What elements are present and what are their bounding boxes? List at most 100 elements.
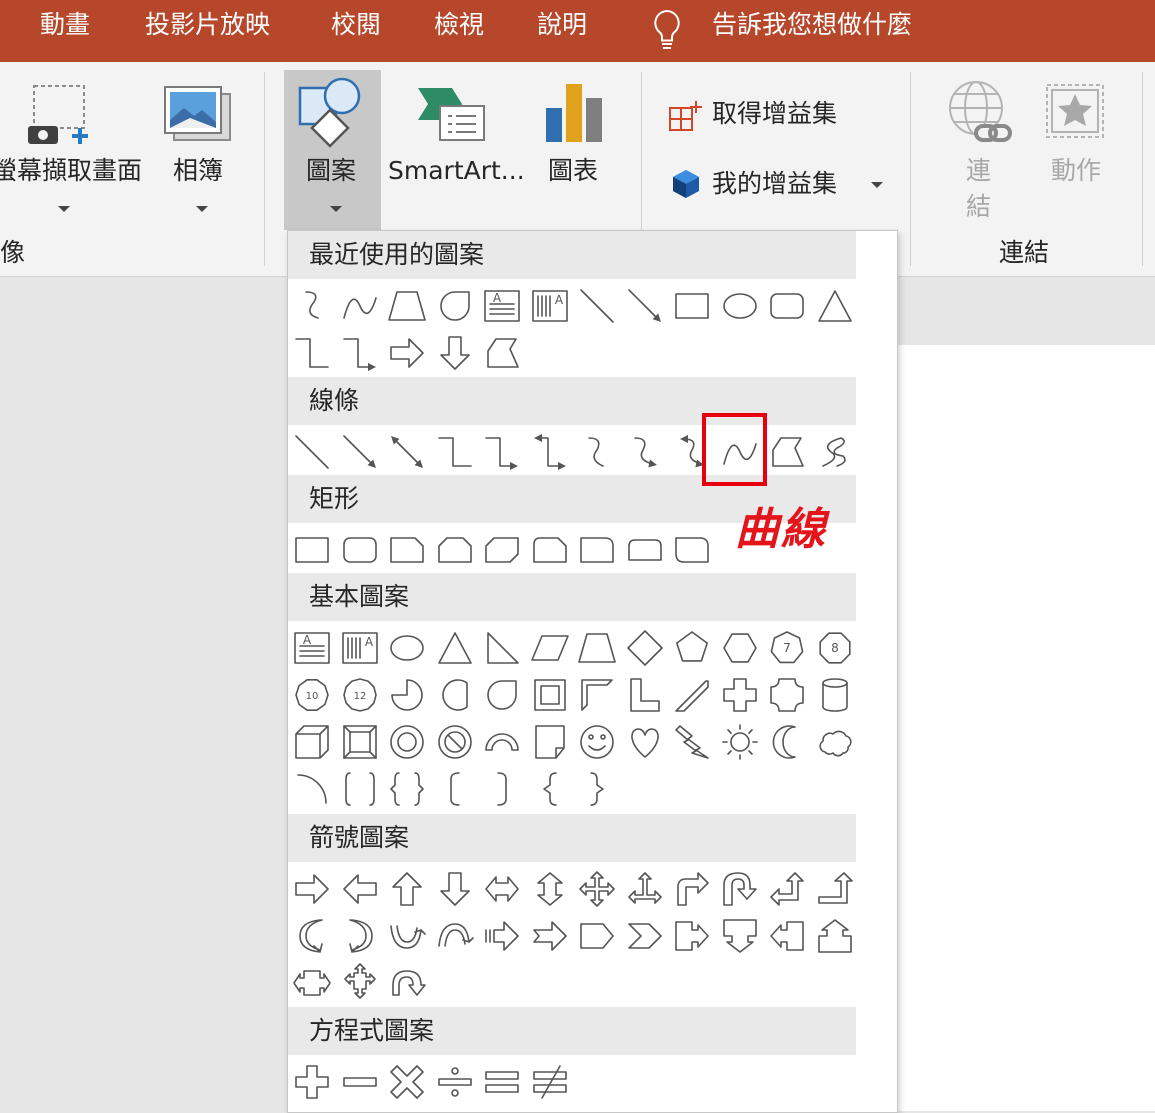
snip-round-corner-shape-icon[interactable] (530, 530, 570, 570)
teardrop-shape-icon[interactable] (482, 675, 522, 715)
u-turn-arrow-shape-icon[interactable] (720, 869, 760, 909)
up-arrow-callout-shape-icon[interactable] (815, 916, 855, 956)
chord-shape-icon[interactable] (435, 675, 475, 715)
curved-connector-shape-icon[interactable] (577, 432, 617, 472)
no-symbol-shape-icon[interactable] (435, 722, 475, 762)
menu-slideshow[interactable]: 投影片放映 (145, 10, 270, 40)
chevron-shape-icon[interactable] (625, 916, 665, 956)
diamond-shape-icon[interactable] (625, 628, 665, 668)
half-frame-shape-icon[interactable] (577, 675, 617, 715)
chart-icon[interactable] (542, 80, 606, 146)
down-arrow-shape-icon[interactable] (435, 869, 475, 909)
not-equal-shape-icon[interactable] (530, 1062, 570, 1102)
cube-shape-icon[interactable] (292, 722, 332, 762)
lightbulb-icon[interactable] (650, 8, 684, 52)
screenshot-label[interactable]: 螢幕擷取畫面 (0, 156, 142, 186)
divide-shape-icon[interactable] (435, 1062, 475, 1102)
left-up-arrow-shape-icon[interactable] (767, 869, 807, 909)
pentagon-arrow-shape-icon[interactable] (577, 916, 617, 956)
menu-animations[interactable]: 動畫 (40, 10, 90, 40)
chart-label[interactable]: 圖表 (548, 156, 598, 186)
plus-shape-icon[interactable] (292, 1062, 332, 1102)
menu-view[interactable]: 檢視 (434, 10, 484, 40)
elbow-arrow-connector-shape-icon[interactable] (482, 432, 522, 472)
curved-right-arrow-shape-icon[interactable] (292, 916, 332, 956)
hexagon-shape-icon[interactable] (720, 628, 760, 668)
photo-album-icon[interactable] (162, 84, 234, 146)
dodecagon-shape-icon[interactable]: 12 (340, 675, 380, 715)
line-shape-icon[interactable] (292, 432, 332, 472)
my-addins-icon[interactable] (670, 168, 702, 198)
left-right-arrow-callout-shape-icon[interactable] (292, 963, 332, 1003)
octagon-shape-icon[interactable]: 8 (815, 628, 855, 668)
diagonal-stripe-shape-icon[interactable] (672, 675, 712, 715)
cross-shape-icon[interactable] (720, 675, 760, 715)
right-arrow-shape-icon[interactable] (292, 869, 332, 909)
circular-arrow-shape-icon[interactable] (387, 963, 427, 1003)
curved-left-arrow-shape-icon[interactable] (340, 916, 380, 956)
multiply-shape-icon[interactable] (387, 1062, 427, 1102)
bevel-shape-icon[interactable] (340, 722, 380, 762)
freeform-shape-icon[interactable] (767, 432, 807, 472)
equal-shape-icon[interactable] (482, 1062, 522, 1102)
rectangle-shape-icon[interactable] (292, 530, 332, 570)
get-addins-label[interactable]: 取得增益集 (712, 99, 837, 129)
curve-s-shape-icon[interactable] (292, 286, 332, 326)
shapes-icon[interactable] (296, 74, 368, 150)
snip-single-corner-shape-icon[interactable] (387, 530, 427, 570)
textbox-horizontal-shape-icon[interactable]: A (292, 628, 332, 668)
heptagon-shape-icon[interactable]: 7 (767, 628, 807, 668)
folded-corner-shape-icon[interactable] (530, 722, 570, 762)
elbow-connector-shape-icon[interactable] (292, 333, 332, 373)
scribble-shape-icon[interactable] (815, 432, 855, 472)
oval-shape-icon[interactable] (387, 628, 427, 668)
left-brace-shape-icon[interactable] (530, 769, 570, 809)
rectangle-shape-icon[interactable] (672, 286, 712, 326)
donut-shape-icon[interactable] (387, 722, 427, 762)
quad-arrow-shape-icon[interactable] (577, 869, 617, 909)
striped-right-arrow-shape-icon[interactable] (482, 916, 522, 956)
smiley-face-shape-icon[interactable] (577, 722, 617, 762)
arc-shape-icon[interactable] (292, 769, 332, 809)
block-arc-shape-icon[interactable] (482, 722, 522, 762)
down-arrow-callout-shape-icon[interactable] (720, 916, 760, 956)
slide-canvas[interactable] (880, 345, 1155, 1111)
shapes-caret[interactable] (330, 206, 342, 212)
my-addins-caret[interactable] (871, 182, 883, 188)
textbox-vertical-shape-icon[interactable]: A (340, 628, 380, 668)
up-arrow-shape-icon[interactable] (387, 869, 427, 909)
my-addins-label[interactable]: 我的增益集 (712, 169, 837, 199)
get-addins-icon[interactable] (668, 100, 702, 132)
bent-arrow-shape-icon[interactable] (672, 869, 712, 909)
textbox-horizontal-shape-icon[interactable]: A (482, 286, 522, 326)
elbow-double-arrow-shape-icon[interactable] (530, 432, 570, 472)
minus-shape-icon[interactable] (340, 1062, 380, 1102)
up-down-arrow-shape-icon[interactable] (530, 869, 570, 909)
triangle-shape-icon[interactable] (815, 286, 855, 326)
notched-right-arrow-shape-icon[interactable] (530, 916, 570, 956)
textbox-vertical-shape-icon[interactable]: A (530, 286, 570, 326)
triangle-shape-icon[interactable] (435, 628, 475, 668)
line-shape-icon[interactable] (577, 286, 617, 326)
double-arrow-line-shape-icon[interactable] (387, 432, 427, 472)
album-label[interactable]: 相簿 (173, 156, 223, 186)
plaque-shape-icon[interactable] (767, 675, 807, 715)
elbow-connector-shape-icon[interactable] (435, 432, 475, 472)
oval-shape-icon[interactable] (720, 286, 760, 326)
screenshot-caret[interactable] (58, 206, 70, 212)
rounded-rectangle-shape-icon[interactable] (340, 530, 380, 570)
parallelogram-shape-icon[interactable] (530, 628, 570, 668)
right-arrow-callout-shape-icon[interactable] (672, 916, 712, 956)
left-arrow-callout-shape-icon[interactable] (767, 916, 807, 956)
album-caret[interactable] (196, 206, 208, 212)
snip-diagonal-shape-icon[interactable] (482, 530, 522, 570)
snip-same-side-shape-icon[interactable] (435, 530, 475, 570)
left-arrow-shape-icon[interactable] (340, 869, 380, 909)
pie-shape-icon[interactable] (387, 675, 427, 715)
can-shape-icon[interactable] (815, 675, 855, 715)
menu-review[interactable]: 校閱 (331, 10, 381, 40)
link-globe-icon[interactable] (946, 78, 1016, 150)
smartart-label[interactable]: SmartArt... (388, 156, 525, 186)
action-star-icon[interactable] (1044, 82, 1106, 144)
bent-up-arrow-shape-icon[interactable] (815, 869, 855, 909)
